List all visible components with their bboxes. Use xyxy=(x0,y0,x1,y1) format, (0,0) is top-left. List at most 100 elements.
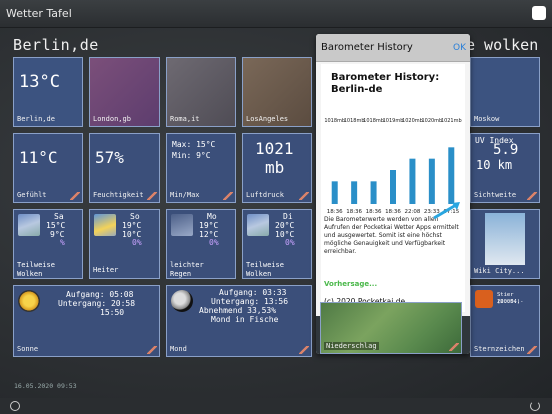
bar xyxy=(409,158,416,204)
tile-label: Luftdruck xyxy=(246,191,284,199)
bar-value-label: 1018mb xyxy=(324,118,345,124)
tile-sichtweite[interactable]: UV Index 5.9 10 km Sichtweite xyxy=(470,133,540,203)
visibility-value: 10 km xyxy=(476,158,513,172)
bar-value-label: 1018mb xyxy=(344,118,365,124)
description-text: Die Barometerwerte werden von allen Aufr… xyxy=(324,216,459,255)
refresh-icon[interactable] xyxy=(530,401,540,411)
tile-feuchtigkeit[interactable]: 57% Feuchtigkeit xyxy=(89,133,160,203)
title-bar: Wetter Tafel xyxy=(0,0,552,28)
tile-sternzeichen[interactable]: Stier (20.04.- 20.05.) Sternzeichen xyxy=(470,285,540,357)
forecast-label: Heiter xyxy=(93,266,119,274)
tile-label: Niederschlag xyxy=(324,342,379,350)
zodiac-icon xyxy=(475,290,493,308)
popover-title: Barometer History xyxy=(321,42,413,53)
chart-title: Barometer History: Berlin-de xyxy=(331,72,439,96)
uv-value: 5.9 xyxy=(493,142,519,158)
tile-mond[interactable]: Aufgang: 03:33 Untergang: 13:56 Abnehmen… xyxy=(166,285,312,357)
settings-icon[interactable] xyxy=(10,401,20,411)
partly-cloudy-icon xyxy=(247,214,269,236)
tile-label: Sonne xyxy=(17,345,39,353)
tile-forecast-di[interactable]: Di 20°C 10°C 0% Teilweise Wolken xyxy=(242,209,312,279)
tile-label: Wiki City... xyxy=(474,267,525,275)
tile-minmax[interactable]: Max: 15°C Min: 9°C Min/Max xyxy=(166,133,236,203)
flip-corner-icon xyxy=(527,346,537,354)
forecast-rain: % xyxy=(60,238,65,247)
min-temp: Min: 9°C xyxy=(172,151,211,160)
forecast-rain: 0% xyxy=(132,238,142,247)
bar xyxy=(428,158,435,204)
tile-sonne[interactable]: Aufgang: 05:08 Untergang: 20:58 15:50 So… xyxy=(13,285,160,357)
bar xyxy=(331,181,338,204)
tile-luftdruck[interactable]: 1021 mb Luftdruck xyxy=(242,133,312,203)
tile-wiki[interactable]: Wiki City... xyxy=(470,209,540,279)
forecast-rain: 0% xyxy=(285,238,295,247)
pressure-value: 1021 xyxy=(255,139,294,158)
flip-corner-icon xyxy=(449,343,459,351)
tile-gefuehlt[interactable]: 11°C Gefühlt xyxy=(13,133,83,203)
tile-forecast-so[interactable]: So 19°C 10°C 0% Heiter xyxy=(89,209,160,279)
flip-corner-icon xyxy=(70,192,80,200)
bar-value-label: 1021mb xyxy=(441,118,462,124)
tile-label: LosAngeles xyxy=(246,115,289,123)
forecast-label2: Wolken xyxy=(17,270,43,278)
tile-roma[interactable]: Roma,it xyxy=(166,57,236,127)
light-rain-icon xyxy=(171,214,193,236)
bar xyxy=(370,181,377,204)
weather-heading: e wolken xyxy=(466,36,539,54)
menu-icon[interactable] xyxy=(532,6,546,20)
tile-label: Berlin,de xyxy=(17,115,55,123)
tile-label: Min/Max xyxy=(170,191,200,199)
popover-header: Barometer History OK xyxy=(316,34,470,62)
forecast-link[interactable]: Vorhersage... xyxy=(324,280,377,288)
tile-label: Feuchtigkeit xyxy=(93,191,144,199)
tile-niederschlag[interactable]: Niederschlag xyxy=(320,302,462,354)
bar-value-label: 1019mb xyxy=(383,118,404,124)
chart-title-line2: Berlin-de xyxy=(331,84,383,95)
bar xyxy=(448,147,455,204)
app-title: Wetter Tafel xyxy=(6,7,72,20)
tile-label: Mond xyxy=(170,345,187,353)
daylength: 15:50 xyxy=(100,308,125,317)
tile-label: London,gb xyxy=(93,115,131,123)
tower-image xyxy=(485,213,525,265)
tile-label: Sternzeichen xyxy=(474,345,525,353)
bar-value-label: 1018mb xyxy=(363,118,384,124)
tile-label: Gefühlt xyxy=(17,191,47,199)
moon-sign: Mond in Fische xyxy=(211,315,279,324)
forecast-rain: 0% xyxy=(209,238,219,247)
tile-label: Roma,it xyxy=(170,115,200,123)
forecast-label2: Regen xyxy=(170,270,192,278)
tile-london[interactable]: London,gb xyxy=(89,57,160,127)
bar xyxy=(390,170,396,204)
city-heading: Berlin,de xyxy=(13,36,99,54)
bottom-toolbar xyxy=(0,398,552,414)
zodiac-range2: 20.05.) xyxy=(497,299,521,305)
ok-button[interactable]: OK xyxy=(453,43,466,53)
tile-losangeles[interactable]: LosAngeles xyxy=(242,57,312,127)
forecast-label2: Wolken xyxy=(246,270,272,278)
x-tick-label: 18:36 xyxy=(385,209,401,215)
moon-icon xyxy=(171,290,193,312)
humidity-value: 57% xyxy=(95,148,124,167)
flip-corner-icon xyxy=(147,346,157,354)
bar xyxy=(351,181,358,204)
tile-forecast-mo[interactable]: Mo 19°C 12°C 0% leichter Regen xyxy=(166,209,236,279)
sunny-icon xyxy=(94,214,116,236)
tile-berlin[interactable]: 13°C Berlin,de xyxy=(13,57,83,127)
tile-moscow[interactable]: Moskow xyxy=(470,57,540,127)
flip-corner-icon xyxy=(527,192,537,200)
flip-corner-icon xyxy=(147,192,157,200)
popover-content: Barometer History: Berlin-de 1018mb 18:36… xyxy=(321,64,465,312)
temperature-value: 13°C xyxy=(19,72,60,92)
pointer-arrow-icon xyxy=(433,202,460,220)
bar-value-label: 1020mb xyxy=(421,118,442,124)
pressure-unit: mb xyxy=(265,158,285,177)
x-tick-label: 18:36 xyxy=(346,209,362,215)
x-tick-label: 22:08 xyxy=(404,209,420,215)
chart-title-line1: Barometer History: xyxy=(331,72,440,83)
bar-value-label: 1020mb xyxy=(402,118,423,124)
max-temp: Max: 15°C xyxy=(172,140,216,149)
tile-forecast-sa[interactable]: Sa 15°C 9°C % Teilweise Wolken xyxy=(13,209,83,279)
partly-cloudy-icon xyxy=(18,214,40,236)
sun-icon xyxy=(18,290,40,312)
